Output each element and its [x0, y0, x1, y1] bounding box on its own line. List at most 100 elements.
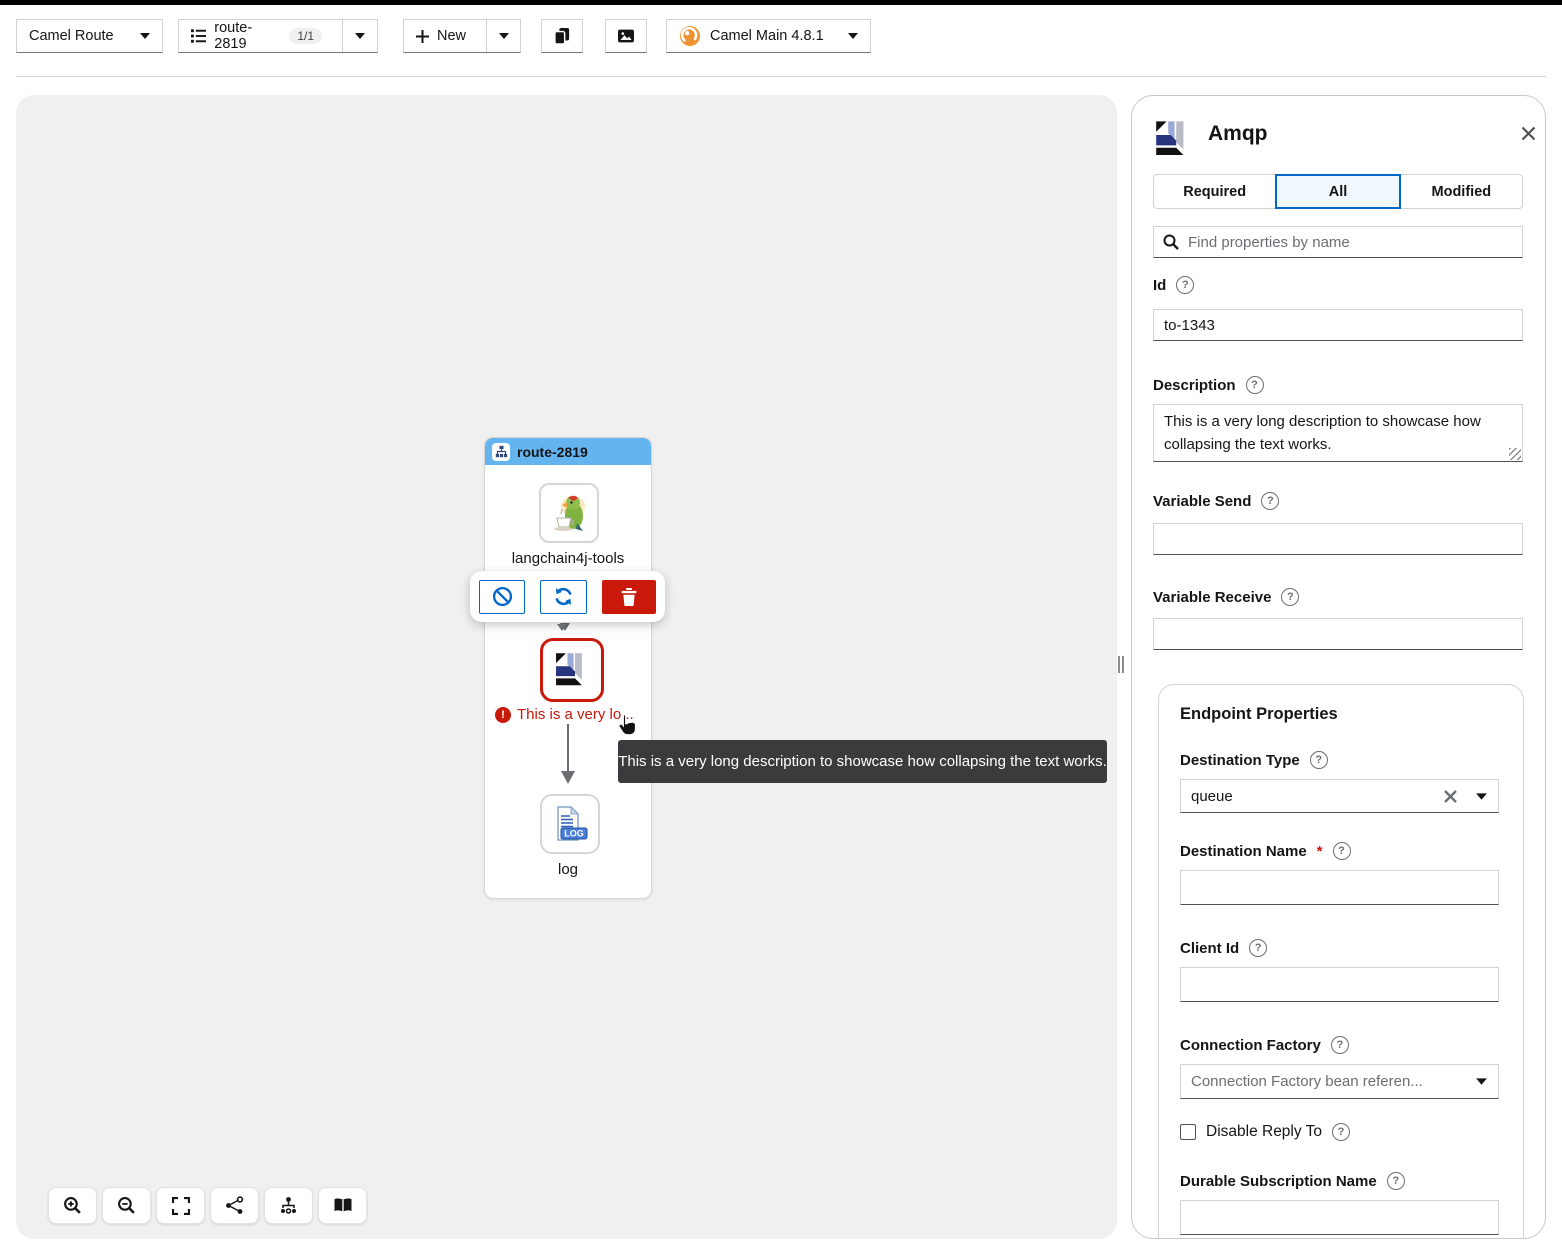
client-id-label: Client Id ? [1180, 939, 1267, 957]
node-langchain4j-tools[interactable] [539, 483, 599, 543]
replace-step-button[interactable] [540, 580, 586, 614]
chevron-down-icon [499, 33, 509, 39]
horizontal-layout-button[interactable] [210, 1187, 259, 1224]
tab-all[interactable]: All [1275, 174, 1400, 209]
tab-required[interactable]: Required [1153, 174, 1276, 209]
help-icon[interactable]: ? [1331, 1036, 1349, 1054]
delete-step-button[interactable] [602, 580, 656, 614]
langchain4j-tools-icon [546, 490, 592, 536]
node-amqp[interactable] [540, 638, 604, 702]
camel-logo-icon [679, 25, 701, 47]
copy-flow-button[interactable] [541, 19, 583, 53]
node-log[interactable]: LOG [540, 794, 600, 854]
textarea-resize-grip[interactable] [1509, 448, 1521, 460]
destination-name-input[interactable] [1180, 870, 1499, 905]
connection-factory-select[interactable] [1180, 1064, 1499, 1099]
chevron-down-icon [848, 33, 858, 39]
edge-arrowhead-icon [561, 771, 575, 784]
destination-type-select[interactable] [1180, 779, 1499, 813]
search-input[interactable] [1153, 226, 1523, 258]
new-flow-caret[interactable] [486, 20, 521, 52]
image-icon [618, 28, 634, 44]
help-icon[interactable]: ? [1249, 939, 1267, 957]
toolbar-separator [16, 76, 1546, 77]
route-selector-caret[interactable] [342, 20, 377, 52]
new-flow-dropdown[interactable]: New [403, 19, 521, 53]
catalog-button[interactable] [318, 1187, 367, 1224]
route-group-node[interactable]: route-2819 langchain4j-too [484, 437, 652, 899]
route-selector-dropdown[interactable]: route-2819 1/1 [178, 19, 378, 53]
endpoint-properties-title: Endpoint Properties [1180, 705, 1338, 724]
disable-reply-to-checkbox[interactable] [1180, 1124, 1196, 1140]
help-icon[interactable]: ? [1176, 276, 1194, 294]
dsl-selector-dropdown[interactable]: Camel Route [16, 19, 163, 53]
chevron-down-icon [355, 33, 365, 39]
runtime-selector-label: Camel Main 4.8.1 [710, 28, 824, 44]
chevron-down-icon[interactable] [1476, 779, 1487, 813]
disable-reply-to-label: Disable Reply To [1206, 1123, 1322, 1141]
new-flow-main[interactable]: New [404, 20, 478, 52]
flow-canvas[interactable]: route-2819 langchain4j-too [16, 95, 1117, 1239]
node-log-label: log [485, 861, 651, 878]
required-marker: * [1317, 843, 1323, 860]
copy-icon [554, 26, 570, 46]
runtime-selector-dropdown[interactable]: Camel Main 4.8.1 [666, 19, 871, 53]
help-icon[interactable]: ? [1281, 588, 1299, 606]
amqp-icon [1153, 119, 1193, 159]
client-id-input[interactable] [1180, 967, 1499, 1002]
connection-factory-input[interactable] [1180, 1064, 1499, 1099]
help-icon[interactable]: ? [1333, 842, 1351, 860]
endpoint-properties-card: Endpoint Properties Destination Type ? D… [1158, 684, 1524, 1239]
description-textarea[interactable]: This is a very long description to showc… [1153, 404, 1523, 462]
search-icon [1163, 234, 1179, 250]
zoom-out-button[interactable] [102, 1187, 151, 1224]
top-strip [0, 0, 1562, 5]
amqp-icon [553, 651, 591, 689]
node-langchain4j-tools-label: langchain4j-tools [485, 550, 651, 567]
close-icon[interactable] [1521, 126, 1536, 141]
help-icon[interactable]: ? [1310, 751, 1328, 769]
sync-icon [553, 586, 574, 607]
zoom-in-icon [63, 1196, 82, 1215]
durable-subscription-name-label: Durable Subscription Name ? [1180, 1172, 1405, 1190]
clear-selection-icon[interactable] [1444, 779, 1457, 813]
chevron-down-icon[interactable] [1476, 1064, 1487, 1099]
route-title: route-2819 [517, 444, 588, 460]
disable-step-button[interactable] [479, 580, 525, 614]
id-field-label: Id ? [1153, 276, 1194, 294]
id-input[interactable] [1153, 309, 1523, 341]
ban-icon [492, 586, 513, 607]
dsl-selector-label: Camel Route [29, 28, 114, 44]
canvas-controls [48, 1187, 367, 1224]
zoom-in-button[interactable] [48, 1187, 97, 1224]
chevron-down-icon [140, 33, 150, 39]
variable-receive-label: Variable Receive ? [1153, 588, 1299, 606]
panel-title: Amqp [1208, 122, 1268, 146]
disable-reply-to-field: Disable Reply To ? [1180, 1123, 1350, 1141]
help-icon[interactable]: ? [1246, 376, 1264, 394]
route-selector-main[interactable]: route-2819 1/1 [179, 20, 334, 52]
book-icon [333, 1197, 353, 1214]
fit-to-screen-button[interactable] [156, 1187, 205, 1224]
route-group-header[interactable]: route-2819 [485, 438, 651, 465]
zoom-out-icon [117, 1196, 136, 1215]
description-tooltip: This is a very long description to showc… [618, 740, 1107, 783]
help-icon[interactable]: ? [1332, 1123, 1350, 1141]
node-action-toolbar [470, 571, 665, 622]
panel-resize-handle[interactable] [1118, 656, 1124, 673]
variable-receive-input[interactable] [1153, 618, 1523, 650]
destination-type-label: Destination Type ? [1180, 751, 1328, 769]
durable-subscription-name-input[interactable] [1180, 1200, 1499, 1235]
tab-modified[interactable]: Modified [1400, 174, 1523, 209]
horizontal-layout-icon [225, 1196, 244, 1215]
vertical-layout-button[interactable] [264, 1187, 313, 1224]
list-icon [191, 29, 206, 43]
help-icon[interactable]: ? [1261, 492, 1279, 510]
log-icon: LOG [550, 804, 590, 844]
vertical-layout-icon [279, 1196, 298, 1215]
popover-pointer-icon [557, 624, 567, 631]
kaoto-app: Camel Route route-2819 1/1 New [0, 0, 1562, 1255]
variable-send-input[interactable] [1153, 523, 1523, 555]
help-icon[interactable]: ? [1387, 1172, 1405, 1190]
export-image-button[interactable] [605, 19, 647, 53]
